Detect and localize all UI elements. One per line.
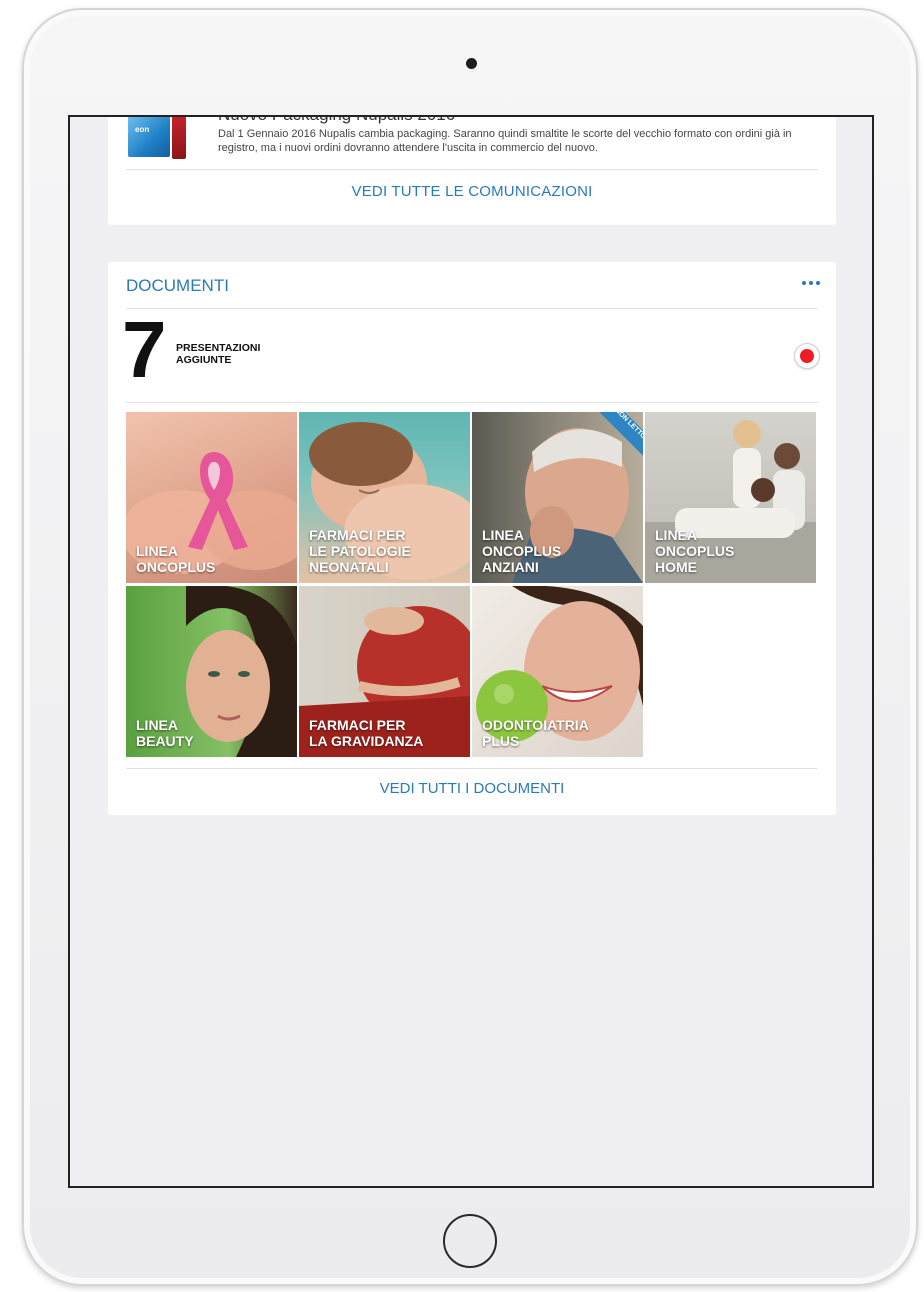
divider bbox=[126, 402, 818, 403]
tile-label: ODONTOIATRIA PLUS bbox=[482, 717, 589, 749]
tile-label: FARMACI PER LE PATOLOGIE NEONATALI bbox=[309, 527, 411, 575]
tile-label: LINEA BEAUTY bbox=[136, 717, 194, 749]
tile-label: LINEA ONCOPLUS HOME bbox=[655, 527, 735, 575]
divider bbox=[126, 768, 818, 769]
documents-header: DOCUMENTI bbox=[126, 276, 229, 295]
see-all-documents-link[interactable]: VEDI TUTTI I DOCUMENTI bbox=[108, 780, 836, 797]
notification-indicator-icon[interactable] bbox=[794, 343, 820, 369]
document-tile[interactable]: FARMACI PER LA GRAVIDANZA bbox=[299, 586, 470, 757]
package-box-red bbox=[172, 117, 186, 159]
communication-title[interactable]: Nuovo Packaging Nupalis 2016 bbox=[218, 117, 455, 125]
documents-card: DOCUMENTI 7 PRESENTAZIONI AGGIUNTE LINEA… bbox=[108, 262, 836, 815]
see-all-communications-link[interactable]: VEDI TUTTE LE COMUNICAZIONI bbox=[108, 183, 836, 200]
more-options-icon[interactable] bbox=[802, 281, 820, 285]
communication-text: Dal 1 Gennaio 2016 Nupalis cambia packag… bbox=[218, 128, 792, 154]
home-button[interactable] bbox=[443, 1214, 497, 1268]
document-tile[interactable]: NON LETTO LINEA ONCOPLUS ANZIANI bbox=[472, 412, 643, 583]
communications-card: eon Nuovo Packaging Nupalis 2016 Dal 1 G… bbox=[108, 117, 836, 225]
front-camera bbox=[466, 58, 477, 69]
presentations-label: PRESENTAZIONI AGGIUNTE bbox=[176, 342, 261, 366]
document-tile[interactable]: LINEA ONCOPLUS bbox=[126, 412, 297, 583]
document-tile[interactable]: ODONTOIATRIA PLUS bbox=[472, 586, 643, 757]
divider bbox=[126, 169, 818, 170]
app-screen: eon Nuovo Packaging Nupalis 2016 Dal 1 G… bbox=[68, 115, 874, 1188]
document-tile[interactable]: LINEA BEAUTY bbox=[126, 586, 297, 757]
presentations-count: 7 bbox=[122, 305, 166, 394]
tile-label: LINEA ONCOPLUS bbox=[136, 543, 216, 575]
documents-grid: LINEA ONCOPLUS FARMACI PER LE PATOLOGIE … bbox=[126, 412, 818, 758]
divider bbox=[126, 308, 818, 309]
package-box-blue: eon bbox=[128, 117, 170, 157]
thumb-brand: eon bbox=[135, 125, 150, 134]
document-tile[interactable]: LINEA ONCOPLUS HOME bbox=[645, 412, 816, 583]
tile-label: LINEA ONCOPLUS ANZIANI bbox=[482, 527, 562, 575]
packaging-thumbnail[interactable]: eon bbox=[126, 117, 188, 161]
tile-label: FARMACI PER LA GRAVIDANZA bbox=[309, 717, 424, 749]
document-tile[interactable]: FARMACI PER LE PATOLOGIE NEONATALI bbox=[299, 412, 470, 583]
